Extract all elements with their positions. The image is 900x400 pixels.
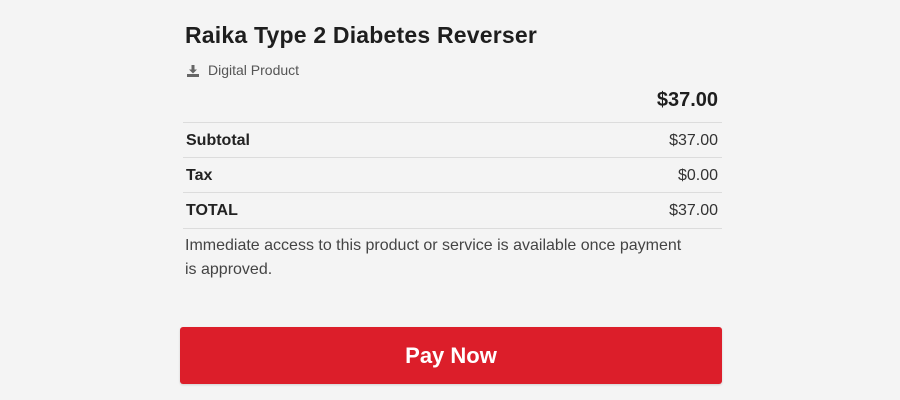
total-label: TOTAL — [186, 201, 238, 219]
tax-row: Tax $0.00 — [183, 157, 722, 193]
subtotal-value: $37.00 — [669, 131, 718, 149]
product-price: $37.00 — [656, 89, 718, 111]
product-type: Digital Product — [187, 62, 299, 78]
access-note: Immediate access to this product or serv… — [185, 237, 682, 278]
tax-value: $0.00 — [677, 166, 718, 184]
product-type-label: Digital Product — [208, 62, 300, 78]
subtotal-row: Subtotal $37.00 — [183, 122, 722, 158]
subtotal-label: Subtotal — [186, 131, 250, 149]
total-row: TOTAL $37.00 — [183, 192, 722, 229]
tax-label: Tax — [186, 166, 213, 184]
download-icon — [187, 64, 199, 77]
product-title: Raika Type 2 Diabetes Reverser — [185, 22, 538, 48]
total-value: $37.00 — [669, 201, 718, 219]
pay-now-button[interactable]: Pay Now — [180, 327, 722, 384]
